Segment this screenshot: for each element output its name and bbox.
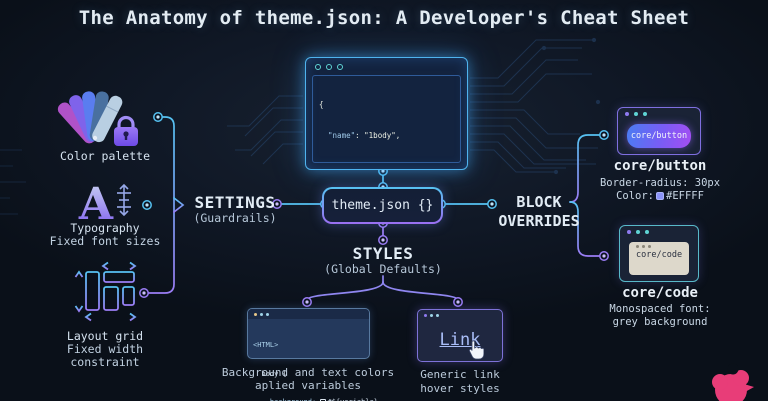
window-controls bbox=[248, 309, 369, 319]
lock-icon bbox=[114, 115, 138, 146]
core-code-preview: core/code bbox=[629, 242, 689, 275]
window-dot-icon[interactable] bbox=[627, 230, 631, 234]
settings-branch-label: SETTINGS bbox=[194, 193, 276, 212]
link-example-window: Link bbox=[417, 309, 503, 362]
block-overrides-label: BLOCK OVERRIDES bbox=[498, 193, 580, 230]
window-controls bbox=[618, 108, 700, 116]
core-button-window: core/button bbox=[617, 107, 701, 155]
theme-json-editor-window: { "name": "1body", "settings": { "styles… bbox=[305, 57, 468, 170]
styles-branch-label: STYLES bbox=[352, 244, 414, 263]
window-dot-icon[interactable] bbox=[634, 112, 638, 116]
color-swatch bbox=[656, 192, 664, 200]
window-dot-icon[interactable] bbox=[337, 64, 343, 70]
color-palette-icon bbox=[57, 91, 123, 144]
theme-json-node[interactable]: theme.json {} bbox=[322, 187, 443, 224]
settings-branch-sublabel: (Guardrails) bbox=[193, 211, 277, 225]
window-dot-icon[interactable] bbox=[260, 312, 263, 316]
link-preview-link[interactable]: Link bbox=[418, 330, 502, 350]
link-window-caption-2: hover styles bbox=[420, 382, 500, 395]
page-title: The Anatomy of theme.json: A Developer's… bbox=[78, 7, 690, 29]
core-code-window: core/code bbox=[619, 225, 699, 282]
code-dots-icon bbox=[636, 245, 689, 248]
css-window-caption-1: Background and text colors bbox=[221, 366, 395, 379]
left-bracket-connector bbox=[143, 116, 194, 294]
window-dot-icon[interactable] bbox=[430, 314, 433, 317]
typography-label: Typography bbox=[70, 221, 140, 235]
styles-branch-connector bbox=[306, 275, 459, 301]
window-controls bbox=[620, 226, 698, 234]
core-button-preview-button[interactable]: core/button bbox=[627, 124, 691, 148]
window-controls bbox=[418, 310, 502, 321]
brand-blob-notch bbox=[727, 363, 739, 375]
window-dot-icon[interactable] bbox=[254, 312, 257, 316]
layout-grid-label: Layout grid bbox=[66, 329, 144, 343]
core-code-prop-font: Monospaced font: bbox=[609, 303, 711, 315]
brand-blob bbox=[712, 370, 754, 401]
window-dot-icon[interactable] bbox=[436, 314, 439, 317]
window-dot-icon[interactable] bbox=[315, 64, 321, 70]
layout-grid-icon bbox=[74, 261, 137, 322]
edge-ticks bbox=[0, 149, 26, 215]
window-dot-icon[interactable] bbox=[643, 112, 647, 116]
css-window-caption-2: aplied variables bbox=[255, 379, 361, 392]
typography-sublabel: Fixed font sizes bbox=[49, 234, 161, 248]
infographic-canvas: A The Anatomy of theme.json: A Developer… bbox=[0, 0, 768, 401]
window-dot-icon[interactable] bbox=[645, 230, 649, 234]
window-dot-icon[interactable] bbox=[424, 314, 427, 317]
json-code-block: { "name": "1body", "settings": { "styles… bbox=[312, 75, 461, 163]
hand-cursor-icon bbox=[469, 340, 484, 360]
core-button-title: core/button bbox=[613, 158, 707, 174]
window-dot-icon[interactable] bbox=[266, 312, 269, 316]
window-dot-icon[interactable] bbox=[625, 112, 629, 116]
theme-json-node-label: theme.json {} bbox=[331, 198, 434, 213]
styles-branch-sublabel: (Global Defaults) bbox=[324, 262, 442, 276]
core-button-prop-color: Color: #EFFFF bbox=[616, 190, 704, 202]
window-dot-icon[interactable] bbox=[636, 230, 640, 234]
layout-grid-sublabel-1: Fixed width bbox=[66, 342, 144, 356]
window-dot-icon[interactable] bbox=[326, 64, 332, 70]
layout-grid-sublabel-2: constraint bbox=[70, 355, 140, 369]
color-palette-label: Color palette bbox=[59, 149, 150, 163]
core-code-title: core/code bbox=[622, 285, 698, 301]
window-controls bbox=[306, 58, 467, 70]
core-code-prop-bg: grey background bbox=[612, 316, 708, 328]
css-example-window: <HTML> body { background: #${variable} t… bbox=[247, 308, 378, 401]
link-window-caption-1: Generic link bbox=[420, 368, 500, 381]
core-button-prop-radius: Border-radius: 30px bbox=[599, 177, 721, 189]
